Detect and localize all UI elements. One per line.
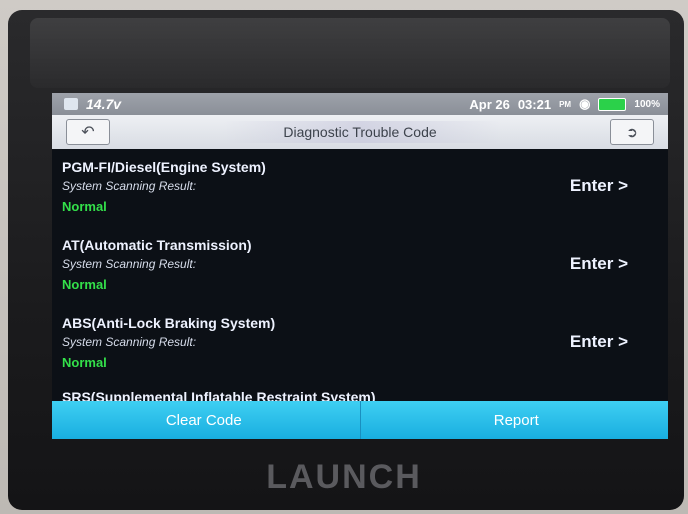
back-arrow-icon: ↶ bbox=[81, 124, 95, 141]
list-item[interactable]: AT(Automatic Transmission) System Scanni… bbox=[52, 227, 668, 305]
clear-code-button[interactable]: Clear Code bbox=[52, 401, 361, 439]
exit-button[interactable]: ➲ bbox=[610, 119, 654, 145]
status-date: Apr 26 bbox=[469, 96, 510, 112]
report-button[interactable]: Report bbox=[360, 401, 668, 439]
enter-button[interactable]: Enter > bbox=[570, 176, 628, 196]
list-item[interactable]: ABS(Anti-Lock Braking System) System Sca… bbox=[52, 305, 668, 383]
wifi-icon: ◉ bbox=[579, 96, 591, 111]
system-name: AT(Automatic Transmission) bbox=[62, 237, 252, 253]
bottom-action-bar: Clear Code Report bbox=[52, 401, 668, 439]
enter-button[interactable]: Enter > bbox=[570, 332, 628, 352]
device-brand-logo: LAUNCH bbox=[266, 458, 422, 496]
status-time: 03:21 bbox=[517, 96, 552, 112]
system-name: ABS(Anti-Lock Braking System) bbox=[62, 315, 276, 331]
battery-icon bbox=[598, 97, 627, 111]
status-badge: Normal bbox=[62, 355, 107, 370]
vehicle-icon bbox=[64, 98, 78, 110]
system-name: PGM-FI/Diesel(Engine System) bbox=[62, 159, 266, 175]
exit-icon: ➲ bbox=[626, 123, 638, 140]
status-bar: 14.7v Apr 26 03:21 PM ◉ 100% bbox=[52, 93, 668, 115]
list-item[interactable]: PGM-FI/Diesel(Engine System) System Scan… bbox=[52, 149, 668, 227]
scan-result-label: System Scanning Result: bbox=[62, 179, 197, 193]
system-list: PGM-FI/Diesel(Engine System) System Scan… bbox=[52, 149, 668, 401]
title-bar: Diagnostic Trouble Code ↶ ➲ bbox=[52, 115, 668, 149]
enter-button[interactable]: Enter > bbox=[570, 254, 628, 274]
scan-result-label: System Scanning Result: bbox=[62, 257, 197, 271]
device-screen: 14.7v Apr 26 03:21 PM ◉ 100% Diagnostic … bbox=[52, 93, 668, 439]
status-time-suffix: PM bbox=[559, 99, 572, 109]
page-title: Diagnostic Trouble Code bbox=[283, 124, 437, 140]
back-button[interactable]: ↶ bbox=[66, 119, 110, 145]
status-badge: Normal bbox=[62, 199, 107, 214]
voltage-readout: 14.7v bbox=[86, 96, 122, 112]
scan-result-label: System Scanning Result: bbox=[62, 335, 197, 349]
screen-glare bbox=[30, 18, 670, 88]
battery-percent: 100% bbox=[634, 98, 660, 110]
status-badge: Normal bbox=[62, 277, 107, 292]
